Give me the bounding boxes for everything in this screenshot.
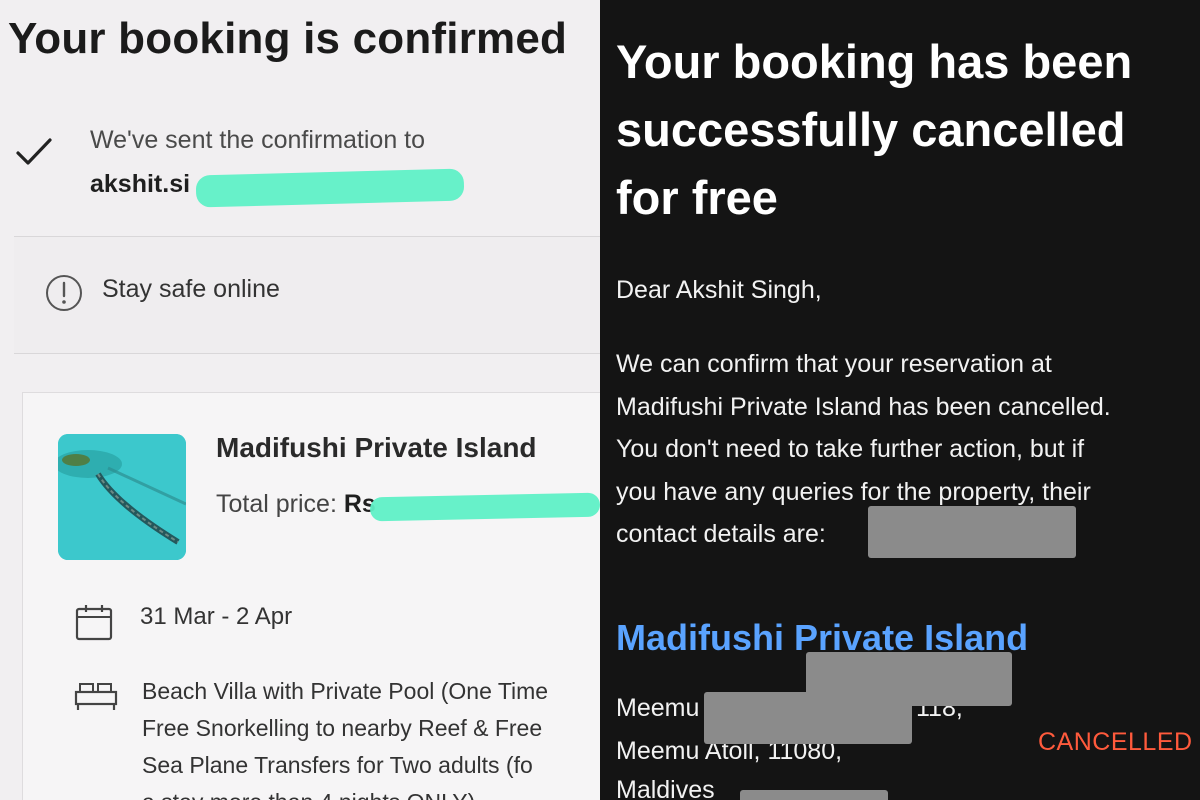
room-description-line: a stay more than 4 nights ONLY) bbox=[142, 789, 475, 800]
body-line: We can confirm that your reservation at bbox=[616, 350, 1052, 378]
sent-confirmation-label: We've sent the confirmation to bbox=[90, 126, 426, 154]
total-price: Total price: Rs bbox=[216, 490, 376, 519]
email-address: akshit.si bbox=[90, 170, 191, 198]
hotel-thumbnail[interactable] bbox=[58, 434, 186, 560]
price-label: Total price: bbox=[216, 490, 337, 518]
address-line: Maldives bbox=[616, 776, 715, 800]
status-badge: CANCELLED bbox=[1038, 728, 1193, 756]
email-redaction bbox=[195, 168, 465, 208]
room-description-line: Free Snorkelling to nearby Reef & Free bbox=[142, 715, 543, 741]
room-description-line: Sea Plane Transfers for Two adults (fo bbox=[142, 752, 533, 778]
contact-redaction bbox=[868, 506, 1076, 558]
greeting: Dear Akshit Singh, bbox=[616, 276, 822, 304]
hotel-name[interactable]: Madifushi Private Island bbox=[216, 432, 537, 464]
stay-dates: 31 Mar - 2 Apr bbox=[140, 603, 293, 630]
address-redaction bbox=[740, 790, 888, 800]
island-image-icon bbox=[58, 434, 186, 560]
cancellation-email: Your booking has been successfully cance… bbox=[600, 0, 1200, 800]
address-redaction bbox=[704, 692, 912, 744]
title-line: Your booking has been bbox=[616, 35, 1133, 88]
room-description-line: Beach Villa with Private Pool (One Time bbox=[142, 678, 549, 704]
cancellation-title: Your booking has been successfully cance… bbox=[616, 28, 1132, 232]
title-line: successfully cancelled bbox=[616, 103, 1126, 156]
alert-circle-icon bbox=[46, 275, 82, 311]
checkmark-icon bbox=[16, 138, 52, 165]
body-line: You don't need to take further action, b… bbox=[616, 435, 1085, 464]
bed-icon bbox=[74, 683, 118, 710]
booking-confirmed-screen: Your booking is confirmed We've sent the… bbox=[0, 0, 600, 800]
body-line: Madifushi Private Island has been cancel… bbox=[616, 392, 1111, 421]
confirmation-title: Your booking is confirmed bbox=[8, 14, 568, 63]
address-line: Meemu bbox=[616, 694, 700, 722]
calendar-icon bbox=[75, 605, 113, 641]
title-line: for free bbox=[616, 171, 778, 224]
price-redaction bbox=[369, 492, 600, 522]
stay-safe-label[interactable]: Stay safe online bbox=[102, 275, 280, 304]
